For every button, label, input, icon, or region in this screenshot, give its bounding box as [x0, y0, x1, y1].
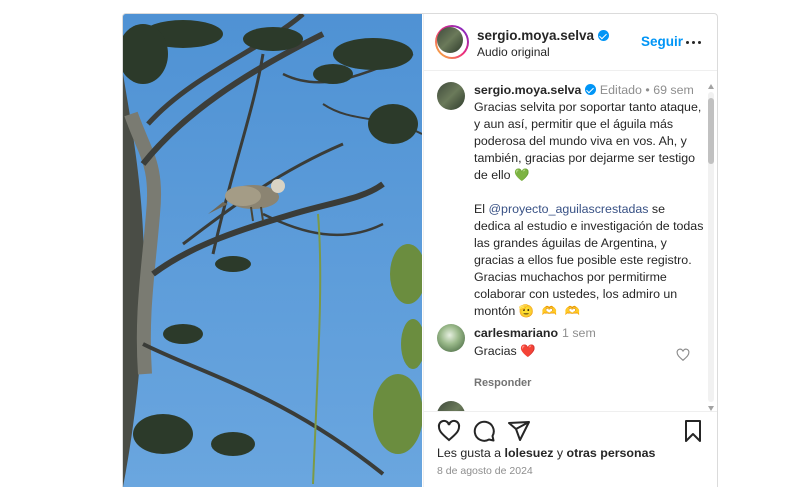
author-username[interactable]: sergio.moya.selva — [477, 28, 610, 43]
author-avatar[interactable] — [435, 25, 469, 59]
reply-button[interactable]: Responder — [474, 377, 531, 389]
post-actions: Les gusta a lolesuez y otras personas 8 … — [424, 411, 717, 487]
liker-username[interactable]: lolesuez — [505, 446, 554, 460]
meta-separator: • — [645, 83, 650, 97]
caption-paragraph-1: Gracias selvita por soportar tanto ataqu… — [474, 100, 702, 182]
salute-hands-emojis: 🫡 🫶 🫶 — [518, 304, 582, 318]
instagram-post: sergio.moya.selva Audio original Seguir … — [122, 13, 718, 487]
comment-body: Gracias — [474, 344, 517, 358]
more-options-icon[interactable] — [684, 32, 704, 52]
caption-author-avatar[interactable] — [437, 82, 465, 110]
post-sidebar: sergio.moya.selva Audio original Seguir … — [423, 14, 717, 487]
caption-username[interactable]: sergio.moya.selva — [474, 83, 581, 97]
other-likers-link[interactable]: otras personas — [567, 446, 656, 460]
edited-label: Editado — [599, 83, 642, 97]
commenter-username[interactable]: carlesmariano — [474, 326, 558, 340]
post-video[interactable] — [123, 14, 422, 487]
caption-paragraph-2: se dedica al estudio e investigación de … — [474, 202, 704, 318]
mention-link[interactable]: @proyecto_aguilascrestadas — [488, 202, 648, 216]
green-heart-emoji: 💚 — [513, 168, 530, 182]
bird-in-tree-image — [123, 14, 422, 487]
caption-paragraph-2-prefix: El — [474, 202, 489, 216]
audio-label[interactable]: Audio original — [477, 45, 550, 59]
scroll-thumb[interactable] — [708, 98, 714, 164]
likes-middle: y — [553, 446, 567, 460]
comments-scrollbar[interactable] — [705, 84, 715, 414]
heart-icon[interactable] — [437, 419, 461, 443]
red-heart-emoji: ❤️ — [520, 344, 536, 358]
post-caption: sergio.moya.selva Editado • 69 sem Graci… — [474, 82, 704, 320]
comment-text: Gracias ❤️ — [474, 344, 536, 359]
comment-like-heart-icon[interactable] — [676, 348, 690, 362]
likes-prefix: Les gusta a — [437, 446, 505, 460]
comment-icon[interactable] — [472, 419, 496, 443]
scroll-up-arrow-icon[interactable] — [708, 84, 714, 89]
bookmark-icon[interactable] — [681, 419, 705, 443]
likes-summary: Les gusta a lolesuez y otras personas — [437, 446, 655, 460]
send-icon[interactable] — [507, 419, 531, 443]
comments-section: sergio.moya.selva Editado • 69 sem Graci… — [424, 71, 717, 411]
author-username-text[interactable]: sergio.moya.selva — [477, 28, 594, 43]
verified-badge-icon — [585, 84, 597, 95]
commenter-avatar[interactable] — [437, 324, 465, 352]
verified-badge-icon — [598, 30, 610, 41]
comment-age[interactable]: 1 sem — [562, 326, 596, 340]
post-header: sergio.moya.selva Audio original Seguir — [424, 14, 717, 71]
caption-age[interactable]: 69 sem — [653, 83, 694, 97]
post-date[interactable]: 8 de agosto de 2024 — [437, 465, 533, 477]
next-commenter-avatar[interactable] — [437, 401, 465, 411]
comment-header: carlesmariano 1 sem — [474, 326, 596, 340]
follow-button[interactable]: Seguir — [641, 34, 683, 49]
